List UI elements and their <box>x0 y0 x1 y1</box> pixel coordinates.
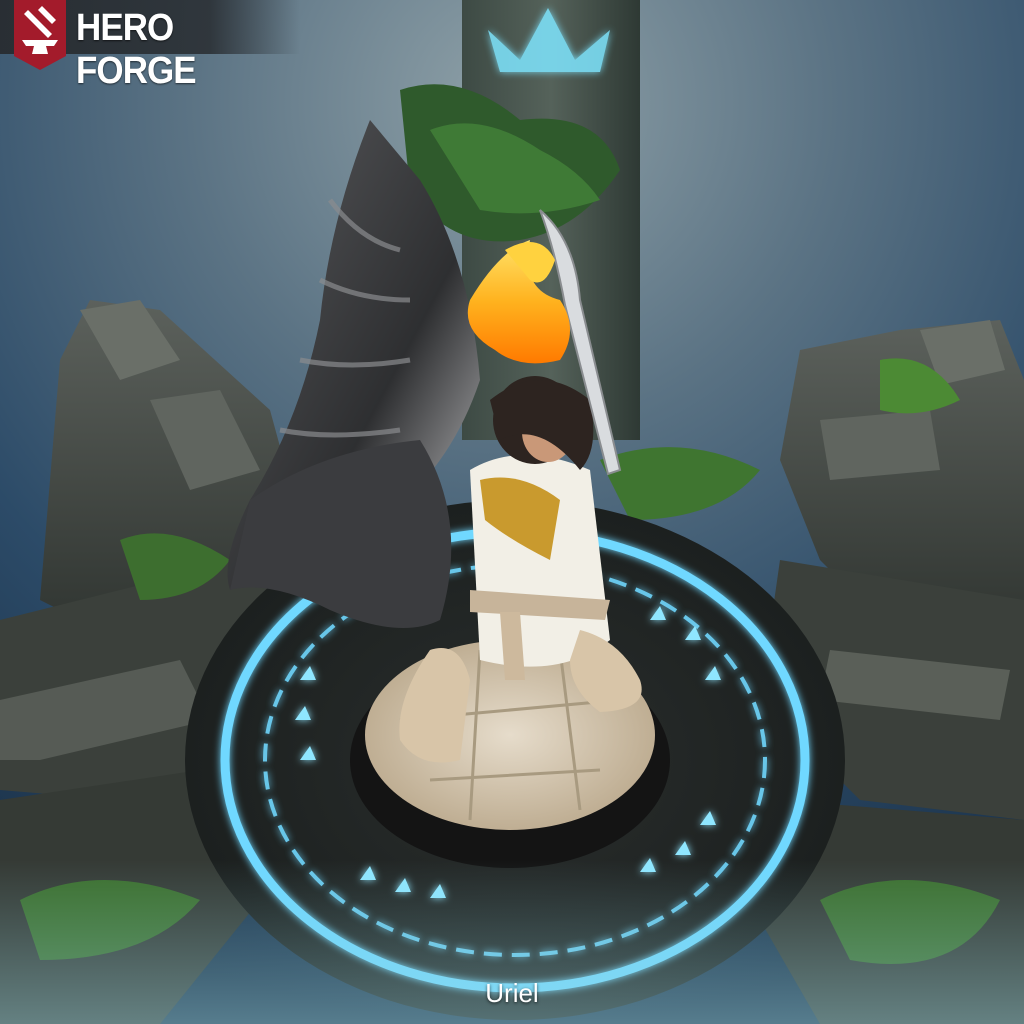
brand-title: HERO FORGE <box>76 7 197 92</box>
miniature-scene[interactable] <box>0 0 1024 1024</box>
brand-header: HERO FORGE <box>0 0 300 92</box>
anvil-hammer-icon[interactable] <box>12 0 68 70</box>
miniature-name-label: Uriel <box>485 978 539 1008</box>
